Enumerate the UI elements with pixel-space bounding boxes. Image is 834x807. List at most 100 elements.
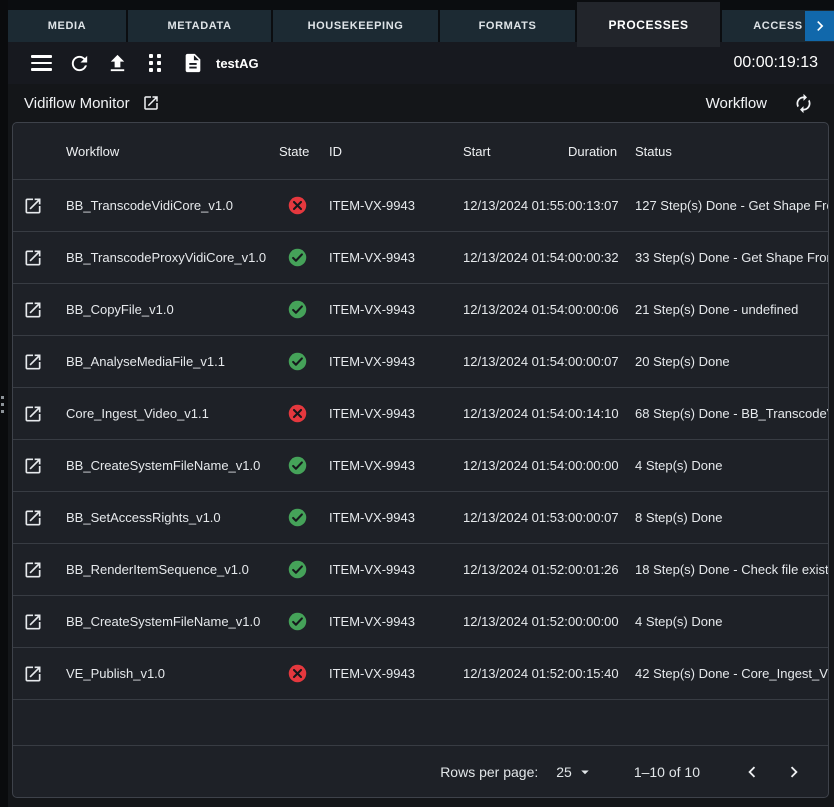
table-row[interactable]: VE_Publish_v1.0 ITEM-VX-9943 12/13/2024 … (13, 647, 828, 699)
status-text: 8 Step(s) Done (635, 510, 828, 525)
state-icon (287, 403, 308, 424)
workflow-name: VE_Publish_v1.0 (66, 666, 279, 681)
workflow-name: Core_Ingest_Video_v1.1 (66, 406, 279, 421)
status-text: 68 Step(s) Done - BB_TranscodeVid (635, 406, 828, 421)
item-id: ITEM-VX-9943 (329, 198, 463, 213)
duration: 00:15:40 (568, 666, 635, 681)
state-icon (287, 611, 308, 632)
table-row[interactable]: BB_SetAccessRights_v1.0 ITEM-VX-9943 12/… (13, 491, 828, 543)
state-icon (287, 351, 308, 372)
duration: 00:00:32 (568, 250, 635, 265)
open-workflow-icon[interactable] (23, 196, 43, 216)
upload-icon[interactable] (98, 47, 136, 79)
start-time: 12/13/2024 01:54: (463, 302, 568, 317)
chevron-right-icon (810, 16, 830, 36)
page-range-label: 1–10 of 10 (634, 764, 700, 780)
rows-per-page-value: 25 (556, 764, 572, 780)
start-time: 12/13/2024 01:52: (463, 666, 568, 681)
item-id: ITEM-VX-9943 (329, 614, 463, 629)
panel-drag-handle[interactable] (1, 396, 4, 413)
state-icon (287, 195, 308, 216)
previous-page-button[interactable] (736, 756, 768, 788)
open-workflow-icon[interactable] (23, 248, 43, 268)
start-time: 12/13/2024 01:54: (463, 354, 568, 369)
start-time: 12/13/2024 01:54: (463, 250, 568, 265)
duration: 00:14:10 (568, 406, 635, 421)
item-id: ITEM-VX-9943 (329, 354, 463, 369)
tab-label: HOUSEKEEPING (308, 20, 404, 32)
document-icon[interactable] (174, 47, 212, 79)
workflow-name: BB_SetAccessRights_v1.0 (66, 510, 279, 525)
status-text: 4 Step(s) Done (635, 458, 828, 473)
table-row[interactable]: BB_AnalyseMediaFile_v1.1 ITEM-VX-9943 12… (13, 335, 828, 387)
tab-formats[interactable]: FORMATS (440, 10, 575, 42)
document-title: testAG (216, 56, 259, 71)
tab-label: ACCESS (753, 20, 802, 32)
open-workflow-icon[interactable] (23, 300, 43, 320)
timecode: 00:00:19:13 (733, 54, 818, 72)
status-text: 42 Step(s) Done - Core_Ingest_Vide (635, 666, 828, 681)
duration: 00:01:26 (568, 562, 635, 577)
open-workflow-icon[interactable] (23, 456, 43, 476)
tab-media[interactable]: MEDIA (8, 10, 126, 42)
workflow-name: BB_CopyFile_v1.0 (66, 302, 279, 317)
table-row[interactable]: BB_TranscodeProxyVidiCore_v1.0 ITEM-VX-9… (13, 231, 828, 283)
chevron-right-icon (783, 761, 805, 783)
status-text: 18 Step(s) Done - Check file existen (635, 562, 828, 577)
status-text: 20 Step(s) Done (635, 354, 828, 369)
table-row[interactable]: BB_RenderItemSequence_v1.0 ITEM-VX-9943 … (13, 543, 828, 595)
col-id: ID (329, 144, 463, 159)
pagination-bar: Rows per page: 25 1–10 of 10 (13, 745, 828, 797)
table-filler (13, 699, 828, 745)
refresh-icon[interactable] (60, 47, 98, 79)
table-row[interactable]: BB_CopyFile_v1.0 ITEM-VX-9943 12/13/2024… (13, 283, 828, 335)
rows-per-page-select[interactable]: 25 (556, 763, 594, 781)
table-header: Workflow State ID Start Duration Status (13, 123, 828, 179)
tab-metadata[interactable]: METADATA (128, 10, 271, 42)
item-id: ITEM-VX-9943 (329, 250, 463, 265)
duration: 00:00:07 (568, 354, 635, 369)
state-icon (287, 455, 308, 476)
state-icon (287, 299, 308, 320)
col-start: Start (463, 144, 568, 159)
open-workflow-icon[interactable] (23, 664, 43, 684)
open-workflow-icon[interactable] (23, 352, 43, 372)
open-workflow-icon[interactable] (23, 404, 43, 424)
item-id: ITEM-VX-9943 (329, 458, 463, 473)
col-state: State (279, 144, 329, 159)
open-workflow-icon[interactable] (23, 612, 43, 632)
state-icon (287, 247, 308, 268)
table-row[interactable]: BB_CreateSystemFileName_v1.0 ITEM-VX-994… (13, 439, 828, 491)
tab-housekeeping[interactable]: HOUSEKEEPING (273, 10, 438, 42)
tab-label: MEDIA (48, 20, 86, 32)
table-row[interactable]: BB_CreateSystemFileName_v1.0 ITEM-VX-994… (13, 595, 828, 647)
table-row[interactable]: Core_Ingest_Video_v1.1 ITEM-VX-9943 12/1… (13, 387, 828, 439)
tab-bar: MEDIA METADATA HOUSEKEEPING FORMATS PROC… (8, 0, 834, 42)
item-id: ITEM-VX-9943 (329, 562, 463, 577)
col-workflow: Workflow (66, 144, 279, 159)
apps-grid-icon[interactable] (136, 47, 174, 79)
state-icon (287, 663, 308, 684)
next-page-button[interactable] (778, 756, 810, 788)
workflow-name: BB_RenderItemSequence_v1.0 (66, 562, 279, 577)
item-id: ITEM-VX-9943 (329, 302, 463, 317)
item-id: ITEM-VX-9943 (329, 406, 463, 421)
start-time: 12/13/2024 01:53: (463, 510, 568, 525)
sync-icon[interactable] (793, 93, 814, 114)
table-row[interactable]: BB_TranscodeVidiCore_v1.0 ITEM-VX-9943 1… (13, 179, 828, 231)
tabs-scroll-right-button[interactable] (805, 11, 834, 41)
start-time: 12/13/2024 01:55: (463, 198, 568, 213)
start-time: 12/13/2024 01:54: (463, 458, 568, 473)
item-id: ITEM-VX-9943 (329, 510, 463, 525)
menu-icon[interactable] (22, 47, 60, 79)
tab-processes[interactable]: PROCESSES (577, 2, 720, 47)
view-selector-label[interactable]: Workflow (706, 95, 767, 112)
left-app-strip (0, 0, 8, 807)
duration: 00:00:07 (568, 510, 635, 525)
status-text: 33 Step(s) Done - Get Shape From I (635, 250, 828, 265)
open-in-new-icon[interactable] (142, 94, 160, 112)
open-workflow-icon[interactable] (23, 560, 43, 580)
main-content: MEDIA METADATA HOUSEKEEPING FORMATS PROC… (8, 0, 834, 807)
workflow-table: Workflow State ID Start Duration Status … (12, 122, 829, 798)
open-workflow-icon[interactable] (23, 508, 43, 528)
